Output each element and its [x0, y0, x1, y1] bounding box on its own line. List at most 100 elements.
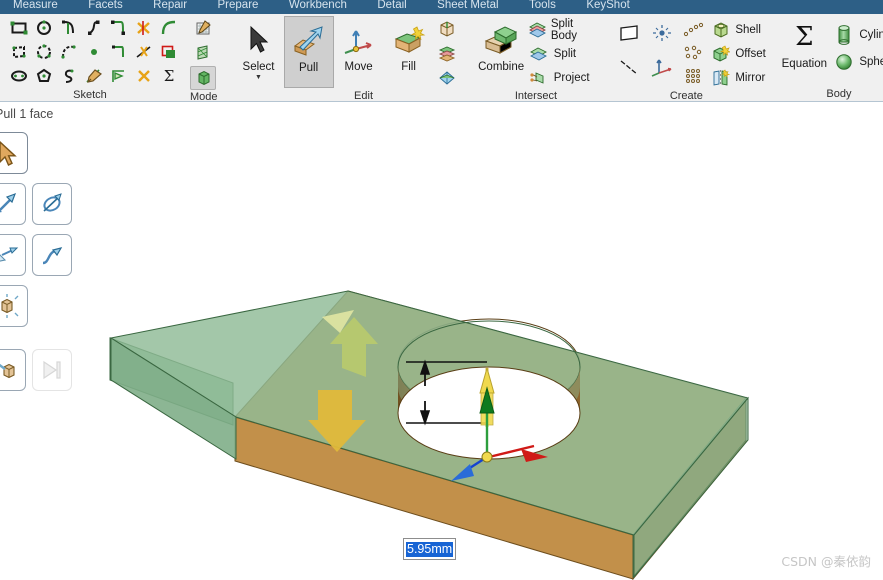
- group-label-edit: Edit: [354, 90, 374, 102]
- palette-row-5: [0, 349, 72, 391]
- tab-measure[interactable]: Measure: [0, 0, 71, 14]
- mode-3d-button[interactable]: [190, 66, 216, 90]
- next-solution-button[interactable]: [32, 349, 72, 391]
- fill-button[interactable]: Fill: [384, 16, 434, 88]
- edit-extra-icons: [434, 16, 460, 89]
- ribbon-group-body: Σ Equation Cylinder Sphere: [770, 14, 883, 101]
- select-tool-button[interactable]: [0, 132, 28, 174]
- sweep-tool-button[interactable]: [0, 234, 26, 276]
- move-button[interactable]: Move: [334, 16, 384, 88]
- create-pattern-column: [678, 16, 708, 87]
- tab-sheet-metal[interactable]: Sheet Metal: [424, 0, 511, 14]
- palette-row-2: [0, 183, 72, 225]
- dimension-input[interactable]: 5.95mm: [403, 538, 457, 560]
- tab-prepare[interactable]: Prepare: [205, 0, 272, 14]
- tab-workbench[interactable]: Workbench: [276, 0, 360, 14]
- ribbon-tab-strip: Measure Facets Repair Prepare Workbench …: [0, 0, 883, 14]
- chevron-down-icon[interactable]: ▼: [255, 74, 262, 82]
- ellipse-icon[interactable]: [6, 64, 31, 88]
- offset-item[interactable]: Offset: [708, 42, 766, 65]
- arc-icon[interactable]: [156, 16, 181, 40]
- pull-button[interactable]: Pull: [283, 16, 334, 88]
- cylinder-item[interactable]: Cylinder: [832, 22, 883, 48]
- ribbon-group-intersect: Combine Split Body Split Project Interse…: [470, 14, 603, 103]
- mirror-label: Mirror: [735, 71, 766, 84]
- svg-text:Σ: Σ: [163, 68, 174, 84]
- scale-box-icon: [1, 294, 19, 318]
- scale-tool-button[interactable]: [0, 285, 28, 327]
- sketch-curve-icon[interactable]: [56, 64, 81, 88]
- ribbon-group-create: Shell Offset Mirror Create: [606, 14, 766, 102]
- tab-repair[interactable]: Repair: [140, 0, 200, 14]
- circular-pattern-icon[interactable]: [678, 41, 708, 64]
- mode-sketch-button[interactable]: [190, 16, 216, 40]
- mode-section-button[interactable]: [190, 41, 216, 65]
- split-body-label: Split Body: [550, 17, 578, 42]
- ribbon-group-sketch: Σ Sketch: [0, 14, 180, 101]
- curve-pull-tool-button[interactable]: [32, 234, 72, 276]
- tab-keyshot[interactable]: KeyShot: [573, 0, 642, 14]
- patch-icon[interactable]: [434, 66, 460, 89]
- offset-box-icon: [0, 363, 15, 379]
- combine-button[interactable]: Combine: [476, 16, 527, 88]
- three-point-circle-icon[interactable]: [31, 40, 56, 64]
- group-label-mode: Mode: [190, 91, 218, 103]
- mode-column: [190, 16, 216, 90]
- polygon-icon[interactable]: [6, 40, 31, 64]
- offset-all-tool-button[interactable]: [0, 349, 26, 391]
- grid-pattern-icon[interactable]: [678, 64, 708, 87]
- rectangle-icon[interactable]: [6, 16, 31, 40]
- body-command-list: Cylinder Sphere: [832, 16, 883, 75]
- revolve-tool-button[interactable]: [32, 183, 72, 225]
- shell-stack-icon[interactable]: [434, 42, 460, 65]
- blend-icon[interactable]: [434, 18, 460, 41]
- palette-row-1: [0, 132, 72, 174]
- group-label-sketch: Sketch: [73, 89, 107, 101]
- dimension-value[interactable]: 5.95mm: [406, 542, 454, 557]
- origin-icon[interactable]: [646, 16, 678, 50]
- cylinder-icon: [832, 24, 856, 46]
- point-pattern-icon[interactable]: [678, 18, 708, 41]
- shell-item[interactable]: Shell: [708, 18, 765, 41]
- project-item[interactable]: Project: [527, 66, 597, 89]
- tab-detail[interactable]: Detail: [364, 0, 419, 14]
- equation-button[interactable]: Σ Equation: [776, 16, 832, 70]
- sweep-arrow-icon: [0, 247, 19, 262]
- polyline-icon[interactable]: [31, 64, 56, 88]
- split-body-item[interactable]: Split Body: [527, 17, 597, 42]
- shell-icon: [708, 21, 732, 39]
- plane-icon[interactable]: [612, 16, 646, 50]
- offset-curve-icon[interactable]: [156, 40, 181, 64]
- select-button[interactable]: Select ▼: [234, 16, 284, 88]
- group-label-body: Body: [826, 88, 852, 100]
- sphere-item[interactable]: Sphere: [832, 49, 883, 75]
- split-curve-icon[interactable]: [131, 40, 156, 64]
- project-icon: [527, 69, 551, 87]
- circle-icon[interactable]: [31, 16, 56, 40]
- 3d-viewport[interactable]: 5.95mm X Z: [0, 125, 883, 580]
- plane-sketch-icon[interactable]: [106, 64, 131, 88]
- revolve-arrow-icon: [43, 193, 62, 212]
- tab-tools[interactable]: Tools: [516, 0, 569, 14]
- pull-arrow-icon: [292, 21, 326, 61]
- play-next-icon: [43, 360, 61, 380]
- axis-icon[interactable]: [646, 50, 678, 84]
- corner-arc-icon[interactable]: [106, 16, 131, 40]
- split-item[interactable]: Split: [527, 42, 597, 65]
- pull-direction-tool-button[interactable]: [0, 183, 26, 225]
- equation-curve-icon[interactable]: Σ: [156, 64, 181, 88]
- tab-facets[interactable]: Facets: [75, 0, 136, 14]
- tangent-arc-icon[interactable]: [56, 16, 81, 40]
- point-icon[interactable]: [81, 40, 106, 64]
- trim-away-icon[interactable]: [131, 16, 156, 40]
- line-icon[interactable]: [612, 50, 646, 84]
- trim-icon[interactable]: [131, 64, 156, 88]
- mirror-item[interactable]: Mirror: [708, 66, 765, 89]
- spline-icon[interactable]: [81, 16, 106, 40]
- three-point-arc-icon[interactable]: [56, 40, 81, 64]
- tool-prompt-text: Pull 1 face: [0, 107, 54, 121]
- line-corner-icon[interactable]: [106, 40, 131, 64]
- mirror-icon: [708, 69, 732, 87]
- create-command-list: Shell Offset Mirror: [708, 16, 766, 89]
- sketch-mode-icon[interactable]: [81, 64, 106, 88]
